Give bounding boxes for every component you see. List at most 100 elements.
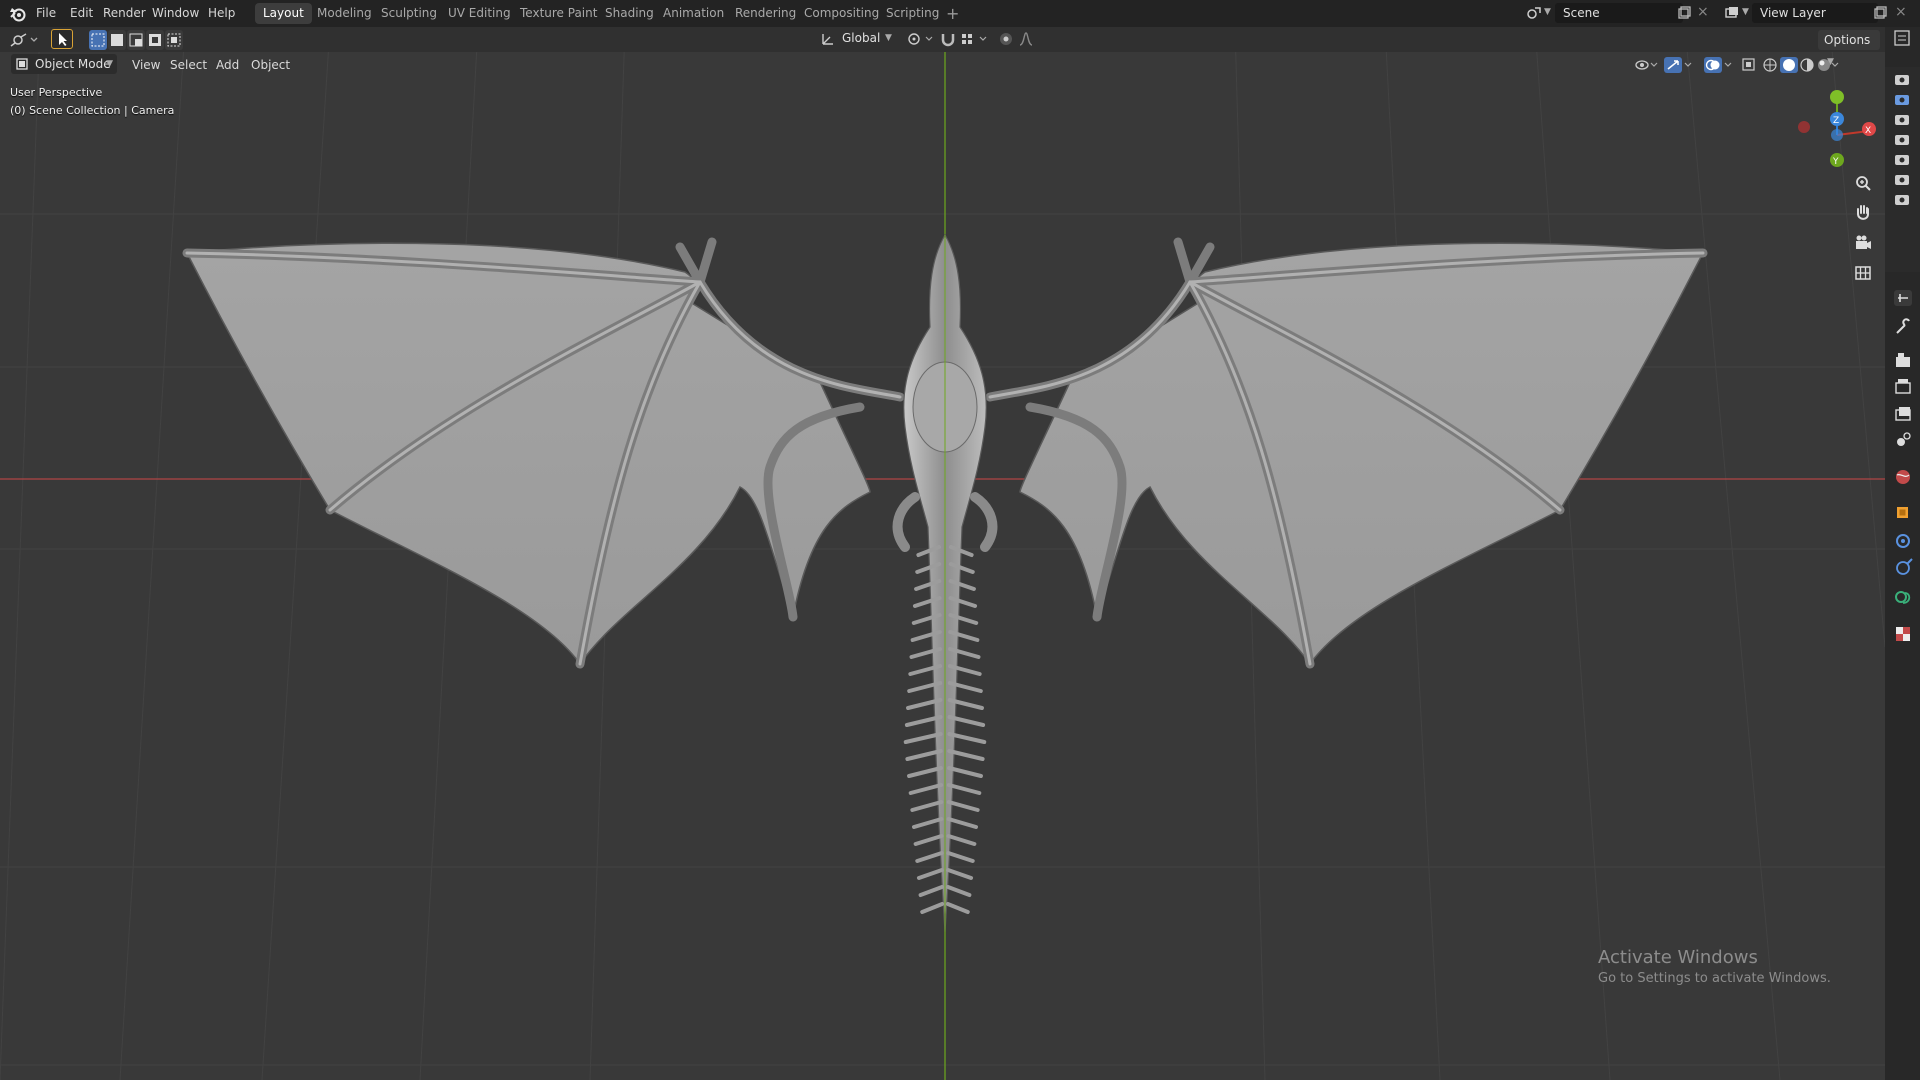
menu-render[interactable]: Render xyxy=(103,0,146,27)
select-mode-new-button[interactable] xyxy=(89,30,107,50)
viewport-canvas[interactable]: Z X Y xyxy=(0,27,1885,1080)
new-view-layer-icon[interactable] xyxy=(1872,5,1888,21)
render-camera-icon xyxy=(1895,115,1909,125)
visibility-eye-icon xyxy=(1635,60,1658,70)
menu-select[interactable]: Select xyxy=(164,56,213,74)
add-workspace-button[interactable]: + xyxy=(946,3,959,24)
transform-orientation-select[interactable]: Global xyxy=(842,31,880,45)
snap-increment-icon[interactable] xyxy=(960,31,990,47)
viewport-collection-label: (0) Scene Collection | Camera xyxy=(10,104,175,117)
object-mode-label: Object Mode xyxy=(35,57,111,71)
3d-view-icon xyxy=(10,33,38,47)
falloff-curve-icon[interactable] xyxy=(1018,31,1034,47)
tab-layout[interactable]: Layout xyxy=(255,3,312,24)
particles-properties-icon xyxy=(1896,558,1913,575)
view-layer-field[interactable]: View Layer xyxy=(1752,3,1878,23)
output-properties-icon xyxy=(1895,379,1911,394)
viewport-shading-controls[interactable] xyxy=(1634,56,1894,74)
outliner-icon xyxy=(1894,30,1910,46)
close-scene-icon[interactable]: × xyxy=(1697,4,1709,20)
render-camera-icon xyxy=(1895,135,1909,145)
chevron-down-icon: ▼ xyxy=(1544,7,1551,17)
tab-scripting[interactable]: Scripting xyxy=(878,3,947,24)
render-properties-icon xyxy=(1896,353,1910,367)
render-camera-icon xyxy=(1895,75,1909,85)
select-new-icon xyxy=(91,33,105,47)
chevron-down-icon: ▼ xyxy=(106,59,113,69)
gizmo-x-neg xyxy=(1798,121,1810,133)
texture-properties-icon xyxy=(1896,627,1910,641)
viewport-perspective-label: User Perspective xyxy=(10,86,103,99)
select-tool-button[interactable] xyxy=(51,29,73,49)
cursor-arrow-icon xyxy=(59,33,67,46)
tab-texture-paint[interactable]: Texture Paint xyxy=(512,3,605,24)
camera-icon xyxy=(1856,235,1871,249)
3d-viewport[interactable]: Z X Y User Perspective (0) Scene Collect… xyxy=(0,27,1885,1080)
select-mode-extend-button[interactable] xyxy=(108,30,126,50)
select-mode-subtract-button[interactable] xyxy=(127,30,145,50)
physics-properties-icon xyxy=(1895,591,1911,604)
scene-name-field[interactable]: Scene xyxy=(1555,3,1683,23)
close-view-layer-icon[interactable]: × xyxy=(1895,4,1907,20)
render-camera-icon xyxy=(1895,155,1909,165)
zoom-icon xyxy=(1856,176,1871,191)
gizmo-toggle-icon xyxy=(1664,57,1692,73)
scene-icon[interactable] xyxy=(1526,5,1542,21)
tab-uv-editing[interactable]: UV Editing xyxy=(440,3,519,24)
shading-solid-icon xyxy=(1780,57,1798,73)
chevron-down-icon xyxy=(1831,62,1839,67)
menu-object[interactable]: Object xyxy=(245,56,296,74)
shading-material-icon xyxy=(1800,58,1814,72)
ortho-toggle-button[interactable] xyxy=(1850,260,1876,286)
modifier-properties-icon xyxy=(1896,534,1910,548)
tab-animation[interactable]: Animation xyxy=(655,3,732,24)
svg-text:Z: Z xyxy=(1833,116,1839,126)
pan-view-button[interactable] xyxy=(1850,200,1876,226)
tab-shading[interactable]: Shading xyxy=(597,3,662,24)
chevron-down-icon: ▼ xyxy=(885,33,892,43)
menu-view[interactable]: View xyxy=(126,56,166,74)
zoom-view-button[interactable] xyxy=(1850,171,1876,197)
navigation-gizmo: Z X Y xyxy=(1798,90,1876,167)
tab-sculpting[interactable]: Sculpting xyxy=(373,3,445,24)
blender-logo-icon[interactable] xyxy=(8,4,28,24)
menu-window[interactable]: Window xyxy=(152,0,199,27)
overlays-toggle-icon xyxy=(1704,57,1732,73)
options-dropdown[interactable]: Options ▼ xyxy=(1818,30,1880,67)
proportional-edit-icon[interactable] xyxy=(998,31,1014,47)
pivot-point-icon[interactable] xyxy=(906,31,936,47)
tab-rendering[interactable]: Rendering xyxy=(727,3,804,24)
view-layer-icon[interactable] xyxy=(1724,5,1740,21)
shading-rendered-icon xyxy=(1818,59,1830,71)
snap-magnet-icon[interactable] xyxy=(940,31,956,47)
hand-icon xyxy=(1857,205,1869,220)
select-intersect-icon xyxy=(167,33,181,47)
top-menu-bar: File Edit Render Window Help Layout Mode… xyxy=(0,0,1920,27)
options-label: Options xyxy=(1824,33,1871,47)
select-invert-icon xyxy=(149,34,161,46)
tab-compositing[interactable]: Compositing xyxy=(796,3,887,24)
tab-modeling[interactable]: Modeling xyxy=(309,3,380,24)
xray-toggle-icon xyxy=(1742,58,1755,71)
select-mode-intersect-button[interactable] xyxy=(165,30,183,50)
menu-add[interactable]: Add xyxy=(210,56,245,74)
tool-wrench-icon xyxy=(1896,318,1910,334)
menu-file[interactable]: File xyxy=(36,0,56,27)
object-mode-select[interactable]: Object Mode ▼ xyxy=(11,54,117,74)
gizmo-y-pos xyxy=(1830,90,1844,104)
select-mode-invert-button[interactable] xyxy=(146,30,164,50)
camera-view-button[interactable] xyxy=(1850,230,1876,256)
menu-help[interactable]: Help xyxy=(208,0,235,27)
gizmo-z-neg xyxy=(1831,129,1843,141)
object-mode-icon xyxy=(16,58,28,70)
dragon-model xyxy=(182,233,1708,933)
render-camera-icon xyxy=(1895,195,1909,205)
render-camera-icon xyxy=(1895,95,1909,105)
shading-wireframe-icon xyxy=(1763,58,1777,72)
editor-type-button[interactable] xyxy=(8,30,40,50)
menu-edit[interactable]: Edit xyxy=(70,0,93,27)
svg-text:Y: Y xyxy=(1832,157,1839,167)
activate-windows-title: Activate Windows xyxy=(1598,947,1758,968)
new-scene-icon[interactable] xyxy=(1676,5,1692,21)
properties-tabs[interactable] xyxy=(1885,27,1920,667)
